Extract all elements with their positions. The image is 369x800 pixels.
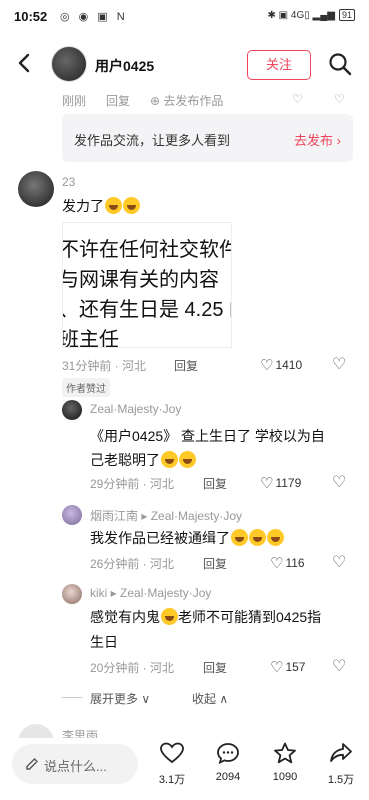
- like-count: 3.1万: [158, 774, 186, 786]
- back-icon[interactable]: [14, 52, 36, 74]
- banner-action[interactable]: 去发布 ›: [294, 130, 341, 149]
- reply-text-line2: 己老聪明了: [90, 450, 196, 470]
- network-icons: ✱ ▣ 4G▯ ▂▄▆: [267, 10, 335, 21]
- laugh-emoji-icon: [179, 451, 196, 468]
- status-right: ✱ ▣ 4G▯ ▂▄▆ 91: [267, 9, 355, 21]
- heart-icon: [160, 742, 184, 764]
- star-icon: [274, 742, 296, 764]
- comment-input-placeholder: 说点什么...: [44, 759, 107, 774]
- reply-text: 我发作品已经被通缉了: [90, 528, 284, 548]
- heart-icon[interactable]: ♡: [260, 474, 273, 492]
- comment-bubble-icon: [217, 743, 239, 765]
- reply-username[interactable]: kiki ▸ Zeal·Majesty·Joy: [90, 586, 211, 600]
- header: 用户0425 关注: [0, 34, 369, 96]
- comment-text: 发力了: [62, 196, 140, 216]
- battery-icon: 91: [338, 9, 355, 21]
- expand-more-button[interactable]: 展开更多 ∨: [90, 690, 150, 707]
- status-bar: 10:52 ◎ ◉ ▣ N ✱ ▣ 4G▯ ▂▄▆ 91: [0, 0, 369, 34]
- reply-username[interactable]: 烟雨江南 ▸ Zeal·Majesty·Joy: [90, 507, 242, 524]
- comment-button[interactable]: 2094: [208, 742, 248, 783]
- heart-icon[interactable]: ♡: [270, 554, 283, 572]
- reply-time: 20分钟前 · 河北: [90, 661, 175, 675]
- laugh-emoji-icon: [249, 529, 266, 546]
- dislike-icon[interactable]: ♡: [332, 552, 346, 572]
- search-icon[interactable]: [328, 52, 352, 76]
- pencil-icon: [26, 758, 38, 770]
- avatar[interactable]: [51, 46, 87, 82]
- bottom-bar: 说点什么... 3.1万 2094 1090 1.5万: [0, 738, 369, 800]
- publish-banner[interactable]: 发作品交流，让更多人看到 去发布 ›: [62, 114, 353, 162]
- reply-avatar[interactable]: [62, 584, 82, 604]
- comment-username[interactable]: 23: [62, 175, 75, 189]
- header-username[interactable]: 用户0425: [95, 56, 154, 76]
- share-count: 1.5万: [327, 774, 355, 786]
- reply-avatar[interactable]: [62, 400, 82, 420]
- banner-text: 发作品交流，让更多人看到: [74, 133, 231, 148]
- like-button[interactable]: 3.1万: [152, 742, 192, 787]
- prev-comment-meta: 刚刚 回复 ⊕ 去发布作品 ♡ ♡: [62, 92, 362, 109]
- status-icons: ◎ ◉ ▣ N: [60, 11, 128, 23]
- favorite-count: 1090: [272, 771, 298, 783]
- reply-like[interactable]: ♡ 157: [270, 658, 305, 676]
- reply-text-line2: 生日: [90, 634, 118, 650]
- prev-like-icon[interactable]: ♡: [292, 92, 303, 106]
- reply-reply-button[interactable]: 回复: [203, 475, 227, 492]
- comment-time: 31分钟前 · 河北: [62, 359, 147, 373]
- collapse-button[interactable]: 收起 ∧: [192, 690, 228, 707]
- comment-like[interactable]: ♡ 1410: [260, 356, 302, 374]
- reply-username[interactable]: Zeal·Majesty·Joy: [90, 402, 181, 416]
- comment-input[interactable]: 说点什么...: [12, 744, 138, 784]
- reply-text: 感觉有内鬼 老师不可能猜到0425指: [90, 608, 322, 625]
- comment-avatar[interactable]: [18, 171, 54, 207]
- reply-like[interactable]: ♡ 116: [270, 554, 305, 572]
- prev-time: 刚刚: [62, 94, 87, 108]
- image-line: 与网课有关的内容: [62, 269, 219, 291]
- heart-icon[interactable]: ♡: [270, 658, 283, 676]
- comment-image[interactable]: 不许在任何社交软件 与网课有关的内容 、还有生日是 4.25 的 班主任: [62, 222, 232, 348]
- reply-like[interactable]: ♡ 1179: [260, 474, 301, 492]
- dislike-icon[interactable]: ♡: [332, 472, 346, 492]
- author-liked-badge: 作者赞过: [62, 378, 110, 397]
- laugh-emoji-icon: [267, 529, 284, 546]
- reply-avatar[interactable]: [62, 505, 82, 525]
- dislike-icon[interactable]: ♡: [332, 354, 346, 374]
- reply-reply-button[interactable]: 回复: [203, 659, 227, 676]
- image-line: 、还有生日是 4.25 的: [62, 299, 231, 321]
- follow-button[interactable]: 关注: [247, 50, 311, 80]
- comment-count: 2094: [215, 771, 241, 783]
- image-line: 不许在任何社交软件: [62, 239, 232, 261]
- share-button[interactable]: 1.5万: [321, 742, 361, 787]
- laugh-emoji-icon: [231, 529, 248, 546]
- status-time: 10:52: [14, 9, 48, 24]
- favorite-button[interactable]: 1090: [265, 742, 305, 783]
- prev-publish-link[interactable]: ⊕ 去发布作品: [150, 92, 223, 109]
- reply-time: 26分钟前 · 河北: [90, 557, 175, 571]
- comment-reply-button[interactable]: 回复: [174, 357, 198, 374]
- laugh-emoji-icon: [105, 197, 122, 214]
- divider: [62, 697, 82, 698]
- shocked-emoji-icon: [161, 608, 178, 625]
- prev-dislike-icon[interactable]: ♡: [334, 92, 345, 106]
- heart-icon[interactable]: ♡: [260, 356, 273, 374]
- prev-reply-button[interactable]: 回复: [106, 92, 130, 109]
- reply-reply-button[interactable]: 回复: [203, 555, 227, 572]
- laugh-emoji-icon: [161, 451, 178, 468]
- laugh-emoji-icon: [123, 197, 140, 214]
- image-line: 班主任: [62, 329, 119, 348]
- share-arrow-icon: [330, 743, 352, 762]
- reply-time: 29分钟前 · 河北: [90, 477, 175, 491]
- dislike-icon[interactable]: ♡: [332, 656, 346, 676]
- reply-text: 《用户0425》 查上生日了 学校以为自: [90, 428, 325, 444]
